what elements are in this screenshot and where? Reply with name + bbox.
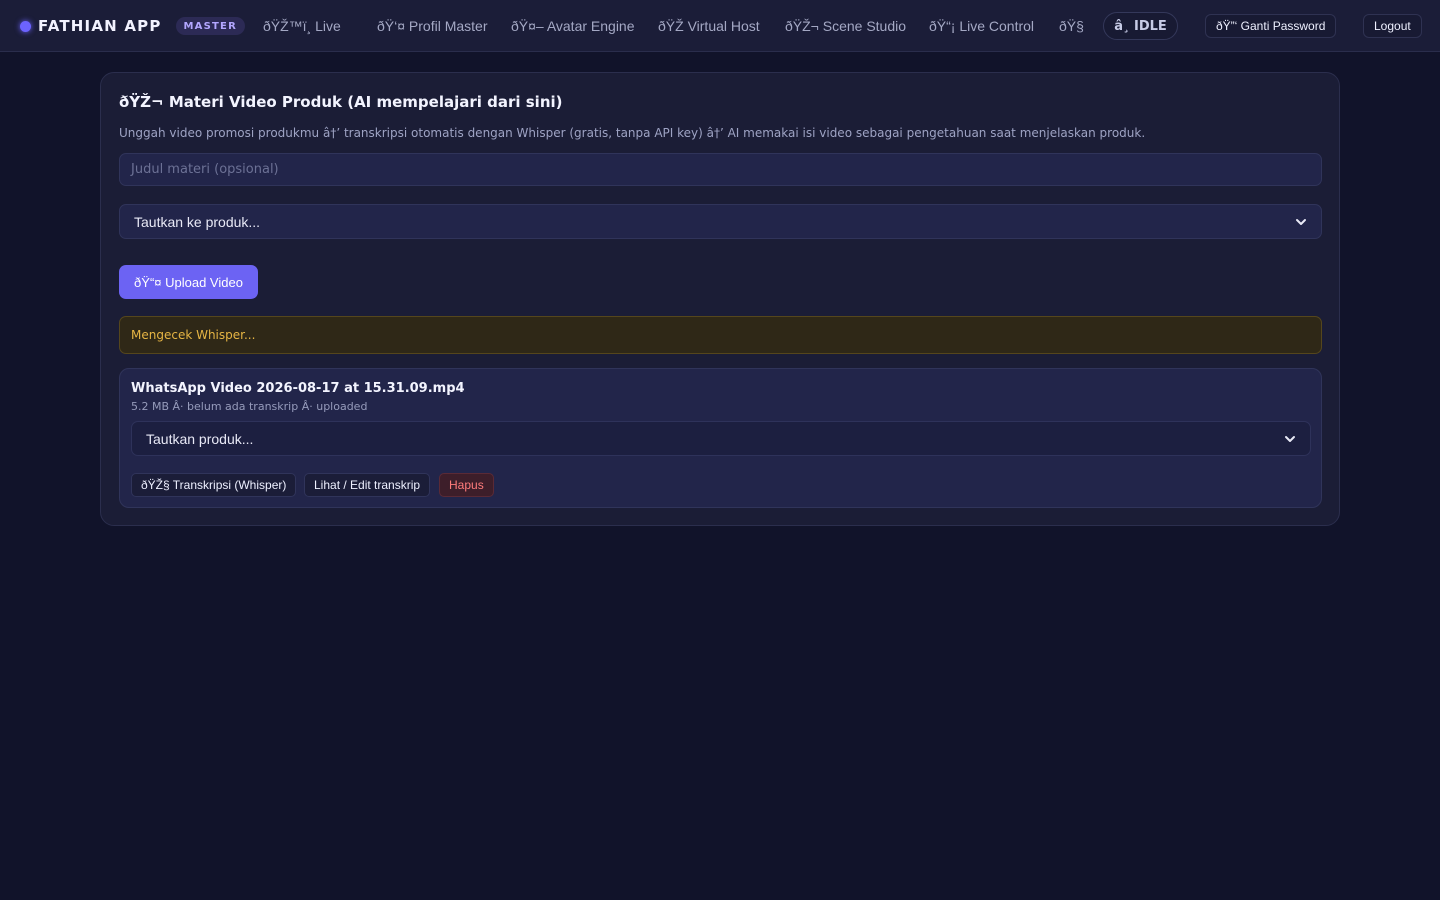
- upload-video-button[interactable]: ðŸ“¤ Upload Video: [119, 265, 258, 299]
- video-link-product-value: Tautkan produk...: [146, 430, 254, 447]
- view-edit-transcript-button[interactable]: Lihat / Edit transkrip: [304, 473, 431, 497]
- material-title-input[interactable]: Judul materi (opsional): [119, 153, 1322, 186]
- app-name: FATHIAN APP: [38, 17, 162, 35]
- logout-button[interactable]: Logout: [1363, 14, 1422, 38]
- chevron-down-icon: [1285, 435, 1295, 442]
- product-video-card: ðŸŽ¬ Materi Video Produk (AI mempelajari…: [100, 72, 1340, 526]
- nav-avatar-engine[interactable]: ðŸ¤– Avatar Engine: [511, 0, 635, 52]
- video-link-product-select[interactable]: Tautkan produk...: [131, 421, 1311, 456]
- nav-more[interactable]: ðŸ§: [1059, 0, 1084, 52]
- chevron-down-icon: [1296, 218, 1306, 225]
- card-description: Unggah video promosi produkmu â†’ transk…: [119, 126, 1146, 140]
- live-status-badge: â¸ IDLE: [1103, 12, 1178, 40]
- top-navigation-bar: FATHIAN APP MASTER ðŸŽ™ï¸ Live ðŸ‘¤ Prof…: [0, 0, 1440, 52]
- brand-logo-dot: [20, 20, 31, 32]
- nav-scene-studio[interactable]: ðŸŽ¬ Scene Studio: [785, 0, 906, 52]
- brand[interactable]: FATHIAN APP MASTER: [20, 0, 245, 52]
- nav-live-control[interactable]: ðŸ“¡ Live Control: [929, 0, 1034, 52]
- whisper-status-alert: Mengecek Whisper...: [119, 316, 1322, 354]
- transcribe-button[interactable]: ðŸŽ§ Transkripsi (Whisper): [131, 473, 297, 497]
- nav-virtual-host[interactable]: ðŸŽ Virtual Host: [658, 0, 760, 52]
- video-filename: WhatsApp Video 2026-08-17 at 15.31.09.mp…: [131, 381, 465, 396]
- card-title: ðŸŽ¬ Materi Video Produk (AI mempelajari…: [119, 93, 563, 111]
- change-password-button[interactable]: ðŸ”‘ Ganti Password: [1205, 14, 1337, 38]
- video-list-item: WhatsApp Video 2026-08-17 at 15.31.09.mp…: [119, 368, 1322, 508]
- nav-live[interactable]: ðŸŽ™ï¸ Live: [263, 0, 341, 52]
- video-meta: 5.2 MB Â· belum ada transkrip Â· uploade…: [131, 400, 368, 413]
- link-product-select[interactable]: Tautkan ke produk...: [119, 204, 1322, 239]
- role-badge: MASTER: [175, 17, 245, 35]
- delete-video-button[interactable]: Hapus: [439, 473, 494, 497]
- link-product-select-value: Tautkan ke produk...: [134, 213, 261, 230]
- nav-profil-master[interactable]: ðŸ‘¤ Profil Master: [377, 0, 487, 52]
